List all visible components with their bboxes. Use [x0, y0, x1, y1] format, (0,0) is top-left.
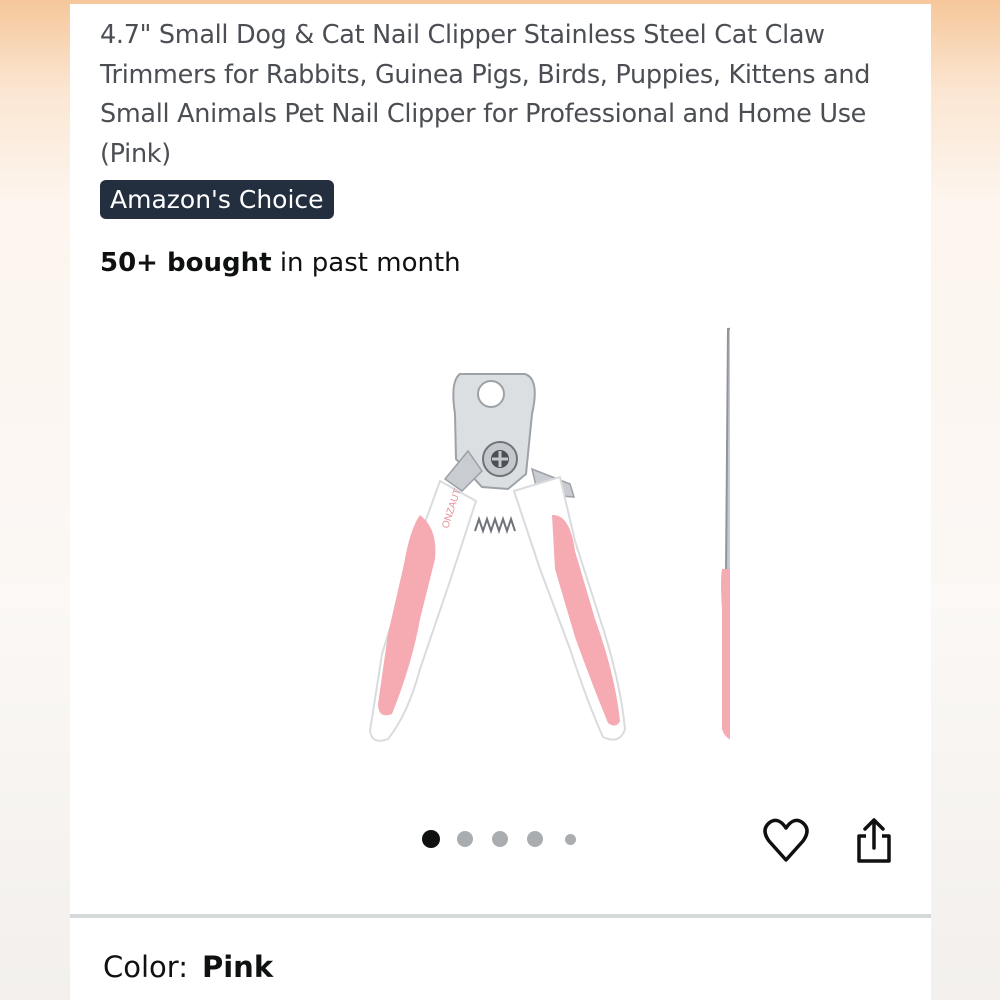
carousel-dot-2[interactable] [457, 831, 473, 847]
color-value: Pink [201, 950, 274, 984]
clipper-right-handle [512, 475, 627, 741]
bought-count: 50+ bought [100, 248, 272, 278]
amazons-choice-badge[interactable]: Amazon's Choice [100, 180, 334, 219]
nail-file: ONZAUT [721, 327, 768, 743]
product-page: 4.7" Small Dog & Cat Nail Clipper Stainl… [70, 4, 931, 1000]
heart-icon [763, 818, 809, 862]
color-label: Color: [103, 950, 188, 984]
bought-suffix: in past month [271, 248, 461, 278]
favorite-button[interactable] [762, 814, 810, 866]
clipper-left-handle: ONZAUT [368, 479, 478, 742]
carousel-dot-4[interactable] [527, 831, 543, 847]
carousel-dot-5[interactable] [565, 834, 576, 845]
color-selector[interactable]: Color: Pink [103, 950, 273, 984]
clipper-spring [474, 515, 516, 535]
bought-in-past-month: 50+ bought in past month [100, 248, 461, 278]
share-button[interactable] [854, 814, 894, 866]
product-title: 4.7" Small Dog & Cat Nail Clipper Stainl… [100, 20, 871, 169]
product-image[interactable]: ONZAUT ONZAUT [270, 319, 768, 749]
nail-clipper-and-file-image: ONZAUT ONZAUT [368, 327, 768, 743]
carousel-dot-1[interactable] [422, 830, 440, 848]
section-divider [70, 914, 931, 918]
carousel-dot-3[interactable] [492, 831, 508, 847]
share-icon [857, 818, 891, 863]
